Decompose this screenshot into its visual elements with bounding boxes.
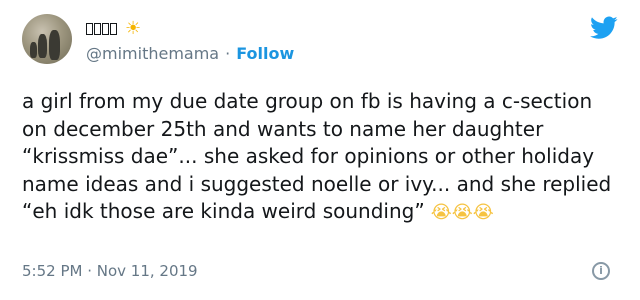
tweet-text: a girl from my due date group on fb is h… bbox=[22, 88, 622, 227]
tweet-body: a girl from my due date group on fb is h… bbox=[22, 89, 612, 223]
display-name[interactable] bbox=[86, 23, 117, 35]
follow-button[interactable]: Follow bbox=[236, 44, 294, 63]
crying-emoji-icon: 😭😭😭 bbox=[430, 202, 494, 223]
tweet-card: ☀ @mimithemama · Follow a girl from my due… bbox=[0, 0, 640, 300]
tweet-timestamp[interactable]: 5:52 PM · Nov 11, 2019 bbox=[22, 262, 198, 280]
info-icon[interactable]: i bbox=[592, 262, 610, 280]
separator-dot: · bbox=[225, 44, 231, 63]
sun-emoji-icon: ☀ bbox=[125, 18, 142, 39]
handle-row: @mimithemama · Follow bbox=[86, 44, 294, 63]
twitter-bird-icon[interactable] bbox=[590, 16, 618, 40]
user-handle[interactable]: @mimithemama bbox=[86, 44, 219, 63]
display-name-row[interactable]: ☀ bbox=[86, 18, 141, 40]
avatar[interactable] bbox=[22, 14, 72, 64]
